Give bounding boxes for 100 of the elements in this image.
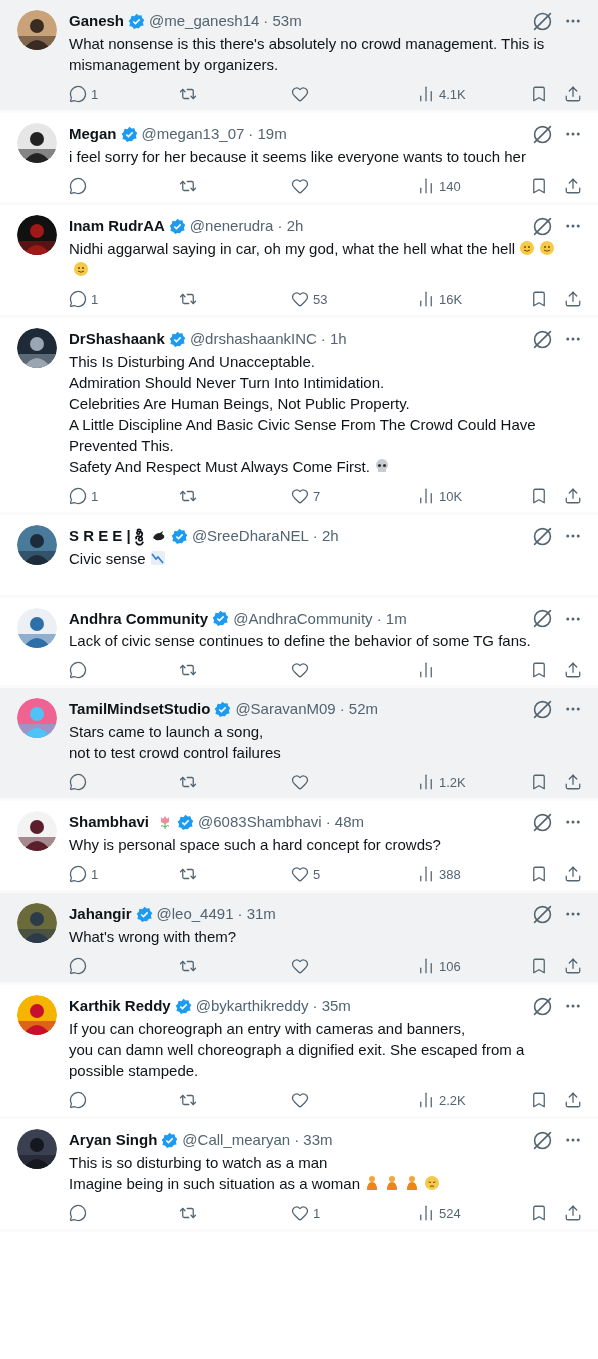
views-button[interactable]: 2.2K: [417, 1090, 466, 1110]
like-button[interactable]: [291, 661, 309, 679]
handle: @AndhraCommunity: [233, 608, 373, 629]
share-button[interactable]: [564, 487, 582, 506]
grok-icon[interactable]: [533, 812, 552, 832]
bookmark-icon: [530, 487, 548, 506]
views-button[interactable]: 106: [417, 956, 461, 976]
bar-chart-icon: [417, 957, 435, 976]
bookmark-icon: [530, 661, 548, 679]
reply-button[interactable]: 1: [69, 864, 99, 884]
like-button[interactable]: [291, 957, 309, 976]
tweet-text: This Is Disturbing And Unacceptable. Admiration Should Never Turn Into Intimidation. Celebrities Are Human Beings, Not Public Property. A Little Discipline And Basic Civic Sense From The Crowd Could Have Prevented This. Safety And Respect Must Always Come First.: [69, 351, 537, 477]
reply-icon: [69, 957, 87, 976]
bookmark-button[interactable]: [530, 957, 548, 976]
timestamp: · 33m: [294, 1130, 333, 1150]
verified-badge-icon: [161, 1131, 179, 1149]
views-button[interactable]: [417, 661, 435, 679]
bookmark-button[interactable]: [530, 661, 548, 679]
heart-icon: [291, 957, 309, 976]
tweet-text: i feel sorry for her because it seems like everyone wants to touch her: [69, 146, 527, 167]
like-button[interactable]: 53: [291, 289, 328, 309]
bookmark-icon: [530, 773, 548, 792]
grok-icon[interactable]: [533, 11, 552, 31]
like-button[interactable]: 7: [291, 486, 321, 506]
bookmark-button[interactable]: [530, 85, 548, 104]
views-button[interactable]: 16K: [417, 289, 463, 309]
views-button[interactable]: 524: [417, 1203, 461, 1223]
bookmark-icon: [530, 290, 548, 309]
smiley-icon: [519, 239, 536, 256]
share-icon: [564, 773, 582, 792]
tweet-text: What's wrong with them?: [69, 926, 238, 947]
like-button[interactable]: [291, 1091, 309, 1110]
reply-button[interactable]: [69, 957, 87, 976]
display-name: S R E E | శ్రీ: [69, 526, 143, 548]
reply-button[interactable]: [69, 661, 87, 679]
grok-icon[interactable]: [533, 1130, 552, 1150]
like-button[interactable]: 5: [291, 864, 321, 884]
reply-button[interactable]: [69, 1091, 87, 1110]
bookmark-button[interactable]: [530, 177, 548, 196]
views-button[interactable]: 1.2K: [417, 772, 466, 792]
share-icon: [564, 177, 582, 196]
display-name: DrShashaank: [69, 329, 165, 349]
like-button[interactable]: [291, 773, 309, 792]
timestamp: · 52m: [339, 699, 378, 719]
grok-icon[interactable]: [533, 124, 552, 144]
like-button[interactable]: 1: [291, 1203, 321, 1223]
grok-icon[interactable]: [533, 904, 552, 924]
heart-icon: [291, 1091, 309, 1110]
like-button[interactable]: [291, 177, 309, 196]
reply-button[interactable]: 1: [69, 84, 99, 104]
reply-icon: [69, 290, 87, 309]
share-icon: [564, 1204, 582, 1223]
share-button[interactable]: [564, 85, 582, 104]
share-button[interactable]: [564, 1204, 582, 1223]
verified-badge-icon: [212, 610, 230, 628]
display-name: Jahangir: [69, 904, 132, 924]
share-button[interactable]: [564, 865, 582, 884]
handle: @drshashaankINC: [189, 329, 317, 349]
views-button[interactable]: 10K: [417, 486, 463, 506]
views-button[interactable]: 140: [417, 176, 461, 196]
views-button[interactable]: 388: [417, 864, 461, 884]
reply-button[interactable]: 1: [69, 289, 99, 309]
share-button[interactable]: [564, 177, 582, 196]
tweet-text: Nidhi aggarwal saying in car, oh my god, what the hell what the hell: [69, 237, 582, 280]
like-button[interactable]: [291, 85, 309, 104]
reply-icon: [69, 177, 87, 196]
reply-button[interactable]: [69, 1204, 87, 1223]
share-button[interactable]: [564, 1091, 582, 1110]
smiley-icon: [73, 260, 89, 277]
bookmark-button[interactable]: [530, 865, 548, 884]
bookmark-button[interactable]: [530, 1204, 548, 1223]
share-button[interactable]: [564, 773, 582, 792]
reply-icon: [69, 1204, 87, 1223]
share-button[interactable]: [564, 661, 582, 679]
heart-icon: [291, 1204, 309, 1223]
grok-icon[interactable]: [533, 329, 552, 349]
handle: @6083Shambhavi: [198, 812, 322, 832]
display-name: Megan: [69, 124, 117, 144]
grok-icon[interactable]: [533, 526, 552, 546]
tweet-text: Civic sense: [69, 547, 582, 569]
views-button[interactable]: 4.1K: [417, 84, 466, 104]
smiley-icon: [539, 239, 556, 256]
bar-chart-icon: [417, 661, 435, 679]
bookmark-button[interactable]: [530, 290, 548, 309]
bookmark-button[interactable]: [530, 487, 548, 506]
reply-button[interactable]: [69, 773, 87, 792]
grok-icon[interactable]: [533, 609, 552, 629]
reply-icon: [69, 661, 87, 679]
reply-button[interactable]: 1: [69, 486, 99, 506]
grok-icon[interactable]: [533, 699, 552, 719]
bookmark-icon: [530, 177, 548, 196]
timestamp: · 53m: [263, 11, 302, 31]
bookmark-button[interactable]: [530, 1091, 548, 1110]
bookmark-button[interactable]: [530, 773, 548, 792]
grok-icon[interactable]: [533, 216, 552, 236]
reply-button[interactable]: [69, 177, 87, 196]
share-button[interactable]: [564, 290, 582, 309]
grok-icon[interactable]: [533, 996, 552, 1016]
share-button[interactable]: [564, 957, 582, 976]
share-icon: [564, 865, 582, 884]
